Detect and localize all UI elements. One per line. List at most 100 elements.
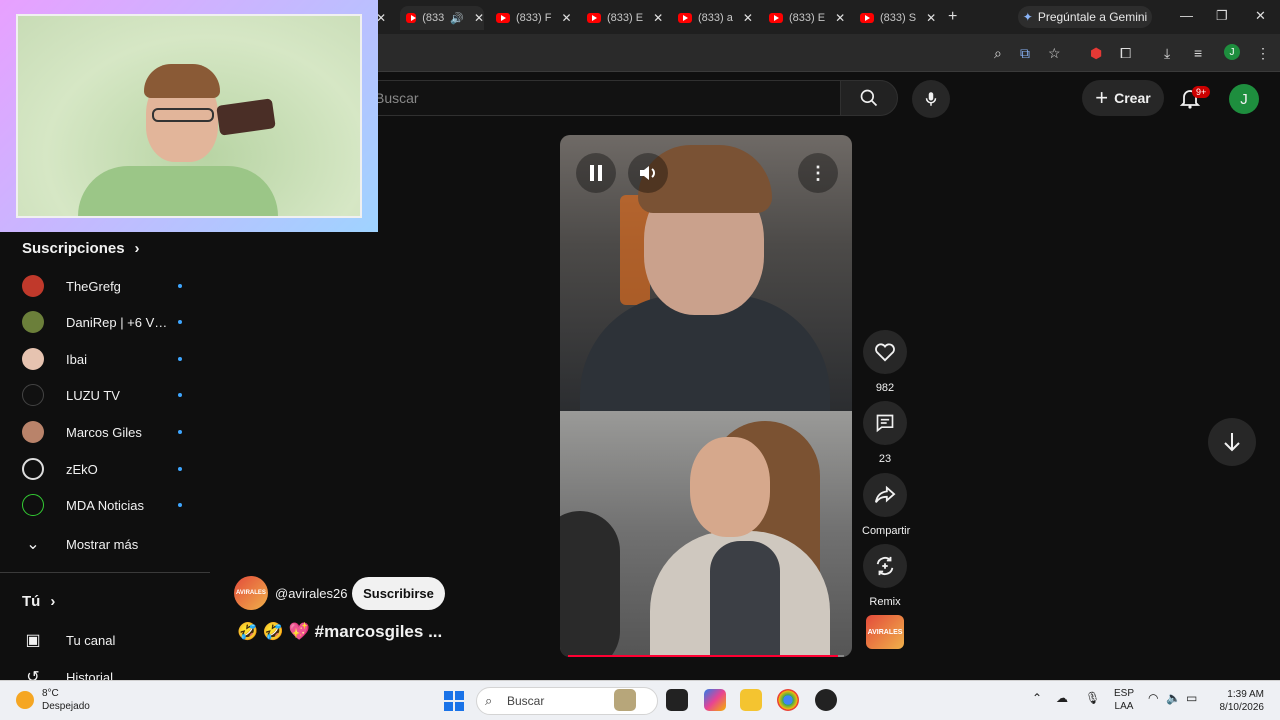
chrome-icon[interactable] bbox=[777, 689, 799, 711]
gemini-button[interactable]: ✦ Pregúntale a Gemini bbox=[1018, 6, 1152, 28]
tab-4[interactable]: (833) E ✕ bbox=[769, 6, 845, 30]
cloud-icon[interactable]: ☁ bbox=[1056, 691, 1068, 705]
task-view-icon[interactable] bbox=[666, 689, 688, 711]
search-input[interactable]: Buscar bbox=[360, 80, 840, 116]
sidebar-item-zeko[interactable]: zEkO bbox=[22, 457, 192, 481]
close-icon[interactable]: ✕ bbox=[743, 11, 753, 25]
comments-action[interactable]: 23 bbox=[862, 401, 908, 465]
share-action[interactable]: Compartir bbox=[862, 473, 911, 537]
create-button[interactable]: + Crear bbox=[1082, 80, 1164, 116]
comments-button[interactable] bbox=[863, 401, 907, 445]
like-button[interactable] bbox=[863, 330, 907, 374]
weather-widget[interactable]: 8°C Despejado bbox=[16, 687, 90, 713]
chevron-right-icon: › bbox=[50, 593, 56, 610]
tab-5[interactable]: (833) S ✕ bbox=[860, 6, 936, 30]
tab-label: (833) F bbox=[516, 12, 552, 24]
download-icon[interactable]: ⤓ bbox=[1164, 45, 1170, 62]
channel-name: DaniRep | +6 Víd... bbox=[66, 314, 170, 330]
next-short-button[interactable] bbox=[1208, 418, 1256, 466]
search-highlight-image bbox=[614, 689, 636, 711]
sidebar-item-danirep[interactable]: DaniRep | +6 Víd... bbox=[22, 310, 192, 334]
restore-button[interactable]: ❐ bbox=[1216, 8, 1228, 24]
pause-button[interactable] bbox=[576, 153, 616, 193]
microphone-icon[interactable]: 🎙 bbox=[1085, 691, 1100, 705]
youtube-icon bbox=[678, 13, 692, 23]
install-app-icon[interactable]: ⧉ bbox=[1020, 45, 1030, 62]
clock[interactable]: 1:39 AM 8/10/2026 bbox=[1216, 688, 1265, 714]
channel-avatar[interactable]: AVIRALES bbox=[234, 576, 268, 610]
close-icon[interactable]: ✕ bbox=[926, 11, 936, 25]
webcam-overlay bbox=[0, 0, 378, 232]
close-icon[interactable]: ✕ bbox=[835, 11, 845, 25]
channel-name: Marcos Giles bbox=[66, 424, 142, 440]
share-label: Compartir bbox=[862, 525, 911, 537]
subscriptions-header[interactable]: Suscripciones › bbox=[22, 240, 140, 257]
copilot-icon[interactable] bbox=[704, 689, 726, 711]
sidebar-item-your-channel[interactable]: ▣ Tu canal bbox=[22, 630, 115, 650]
short-video-player[interactable]: ⋮ bbox=[560, 135, 852, 657]
close-icon[interactable]: ✕ bbox=[561, 11, 571, 25]
window-close-button[interactable]: ✕ bbox=[1255, 8, 1266, 24]
share-button[interactable] bbox=[863, 473, 907, 517]
close-icon[interactable]: ✕ bbox=[474, 11, 484, 25]
wifi-icon[interactable]: ◠ bbox=[1148, 691, 1158, 705]
sidebar-item-label: Tu canal bbox=[66, 632, 116, 648]
account-avatar[interactable]: J bbox=[1229, 84, 1259, 114]
zoom-icon[interactable]: ⌕ bbox=[994, 45, 1002, 62]
face bbox=[690, 437, 770, 537]
tab-3[interactable]: (833) a ✕ bbox=[678, 6, 753, 30]
extension-shield-icon[interactable]: ⬢ bbox=[1090, 45, 1102, 62]
new-tab-button[interactable]: + bbox=[948, 8, 957, 26]
like-action[interactable]: 982 bbox=[862, 330, 908, 394]
youtube-icon bbox=[587, 13, 601, 23]
tab-label: (833) S bbox=[880, 12, 917, 24]
voice-search-button[interactable] bbox=[912, 80, 950, 118]
search-button[interactable] bbox=[840, 80, 898, 116]
remix-button[interactable] bbox=[863, 544, 907, 588]
you-header[interactable]: Tú › bbox=[22, 593, 55, 610]
show-more-button[interactable]: ⌄ Mostrar más bbox=[22, 534, 138, 554]
language-indicator[interactable]: ESP LAA bbox=[1114, 687, 1134, 713]
create-label: Crear bbox=[1114, 90, 1151, 106]
close-icon[interactable]: ✕ bbox=[653, 11, 663, 25]
minimize-button[interactable]: — bbox=[1180, 8, 1193, 23]
channel-handle[interactable]: @avirales26 bbox=[275, 586, 347, 601]
chevron-up-icon[interactable]: ⌃ bbox=[1032, 691, 1042, 705]
tab-label: (833 bbox=[422, 12, 445, 24]
sound-thumbnail[interactable]: AVIRALES bbox=[866, 615, 904, 649]
new-content-dot bbox=[178, 393, 182, 397]
new-content-dot bbox=[178, 320, 182, 324]
sidebar-item-luzu-tv[interactable]: LUZU TV bbox=[22, 383, 192, 407]
browser-profile-avatar[interactable]: J bbox=[1224, 44, 1240, 60]
subscribe-button[interactable]: Suscribirse bbox=[352, 577, 445, 610]
battery-icon[interactable]: ▭ bbox=[1186, 691, 1197, 705]
notifications-badge: 9+ bbox=[1192, 86, 1211, 98]
channel-name: TheGrefg bbox=[66, 278, 121, 294]
sidebar-item-mda-noticias[interactable]: MDA Noticias bbox=[22, 493, 192, 517]
media-control-icon[interactable]: ≡ bbox=[1194, 45, 1202, 61]
more-options-button[interactable]: ⋮ bbox=[798, 153, 838, 193]
tab-2[interactable]: (833) E ✕ bbox=[587, 6, 663, 30]
sidebar-item-ibai[interactable]: Ibai bbox=[22, 347, 192, 371]
streamer-hair bbox=[144, 64, 220, 98]
file-explorer-icon[interactable] bbox=[740, 689, 762, 711]
tab-1[interactable]: (833) F ✕ bbox=[496, 6, 572, 30]
bookmark-star-icon[interactable]: ☆ bbox=[1048, 45, 1061, 62]
heart-icon bbox=[875, 343, 895, 362]
short-caption[interactable]: 🤣 🤣 💖 #marcosgiles ... bbox=[237, 622, 442, 642]
obs-icon[interactable] bbox=[815, 689, 837, 711]
sidebar-item-marcos-giles[interactable]: Marcos Giles bbox=[22, 420, 192, 444]
volume-icon[interactable]: 🔈 bbox=[1166, 691, 1181, 705]
tab-active[interactable]: (833 🔊 ✕ bbox=[400, 6, 484, 30]
youtube-icon bbox=[496, 13, 510, 23]
menu-kebab-icon[interactable]: ⋮ bbox=[1256, 45, 1270, 62]
progress-bar[interactable] bbox=[568, 655, 844, 657]
volume-icon bbox=[640, 166, 655, 180]
remix-action[interactable]: Remix bbox=[862, 544, 908, 608]
volume-button[interactable] bbox=[628, 153, 668, 193]
plus-icon: + bbox=[1095, 85, 1109, 110]
sidebar-item-thegrefg[interactable]: TheGrefg bbox=[22, 274, 192, 298]
start-button[interactable] bbox=[444, 691, 464, 711]
extensions-icon[interactable]: ⧠ bbox=[1120, 45, 1131, 62]
sidebar-divider bbox=[0, 572, 210, 573]
